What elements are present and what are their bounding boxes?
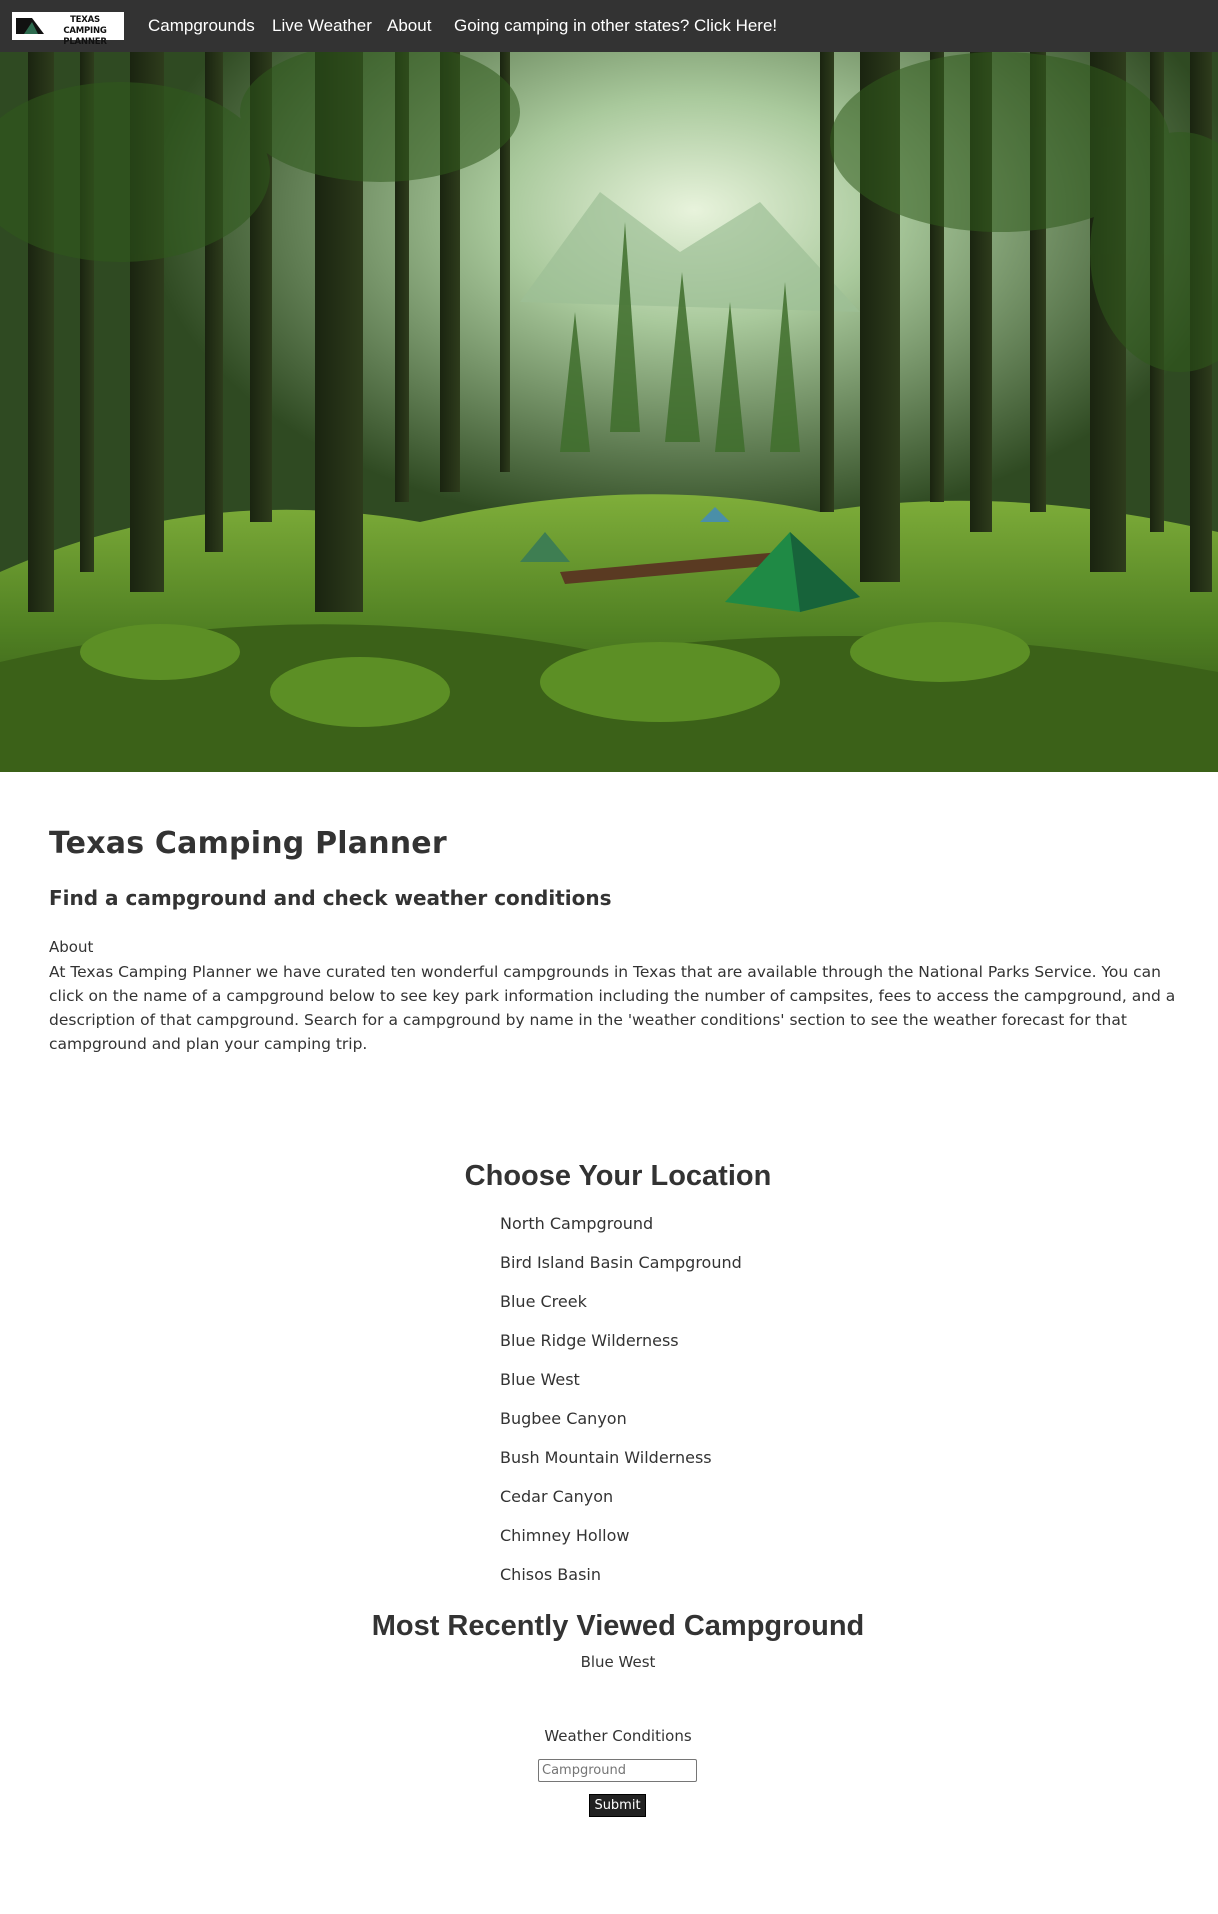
nav-link-live-weather[interactable]: Live Weather (272, 16, 372, 36)
campground-link[interactable]: Blue Creek (500, 1292, 742, 1331)
campground-link[interactable]: North Campground (500, 1214, 742, 1253)
nav-link-campgrounds[interactable]: Campgrounds (148, 16, 255, 36)
navbar: TEXAS CAMPING PLANNER Campgrounds Live W… (0, 0, 1218, 52)
campground-link[interactable]: Bugbee Canyon (500, 1409, 742, 1448)
campground-link[interactable]: Bird Island Basin Campground (500, 1253, 742, 1292)
recent-campground-value: Blue West (580, 1653, 656, 1671)
about-paragraph: At Texas Camping Planner we have curated… (49, 963, 1176, 1053)
about-heading: About (49, 938, 94, 956)
tent-logo-icon (16, 18, 44, 34)
campground-list: North Campground Bird Island Basin Campg… (500, 1214, 742, 1604)
campground-search-input[interactable] (538, 1759, 697, 1782)
recent-campground-heading: Most Recently Viewed Campground (371, 1610, 865, 1642)
nav-link-other-states[interactable]: Going camping in other states? Click Her… (454, 16, 777, 36)
campground-link[interactable]: Blue Ridge Wilderness (500, 1331, 742, 1370)
site-logo[interactable]: TEXAS CAMPING PLANNER (12, 12, 124, 47)
hero-forest-image (0, 52, 1218, 772)
campground-link[interactable]: Chimney Hollow (500, 1526, 742, 1565)
campground-link[interactable]: Blue West (500, 1370, 742, 1409)
logo-text: TEXAS CAMPING PLANNER (63, 15, 107, 47)
choose-location-heading: Choose Your Location (464, 1160, 772, 1192)
nav-link-about[interactable]: About (387, 16, 431, 36)
campground-link[interactable]: Chisos Basin (500, 1565, 742, 1604)
submit-button[interactable]: Submit (589, 1794, 646, 1817)
weather-conditions-label: Weather Conditions (544, 1727, 692, 1745)
page-tagline: Find a campground and check weather cond… (49, 886, 612, 910)
campground-link[interactable]: Cedar Canyon (500, 1487, 742, 1526)
campground-link[interactable]: Bush Mountain Wilderness (500, 1448, 742, 1487)
page-title: Texas Camping Planner (49, 826, 447, 861)
